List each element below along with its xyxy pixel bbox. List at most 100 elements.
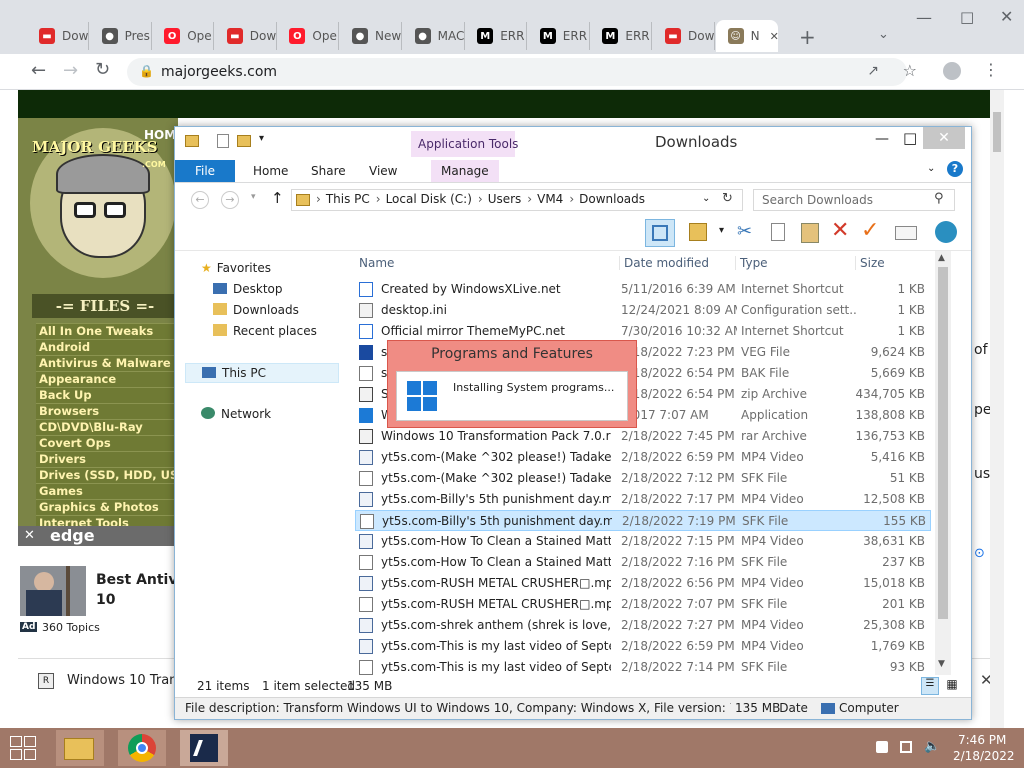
share-icon[interactable]: ↗ [867,63,879,79]
app-taskbar-icon[interactable] [180,730,228,766]
close-tab-icon[interactable]: ✕ [770,30,778,43]
maximize-button[interactable]: □ [960,10,974,25]
help-icon[interactable]: ? [947,161,963,177]
tab[interactable]: ● New [340,22,402,50]
chrome-taskbar-icon[interactable] [118,730,166,766]
copy-icon[interactable] [771,223,785,241]
scroll-up-icon[interactable]: ▲ [938,253,945,263]
back-arrow-icon[interactable]: ← [191,191,209,209]
file-row[interactable]: Created by WindowsXLive.net 5/11/2016 6:3… [355,279,931,300]
file-row[interactable]: yt5s.com-shrek anthem (shrek is love, sh… [355,615,931,636]
quick-access-dropdown-icon[interactable]: ▾ [259,133,264,144]
chevron-right-icon[interactable]: › [376,192,381,206]
action-center-icon[interactable] [876,741,888,753]
nav-desktop[interactable]: Desktop [213,280,283,298]
properties-bar-icon[interactable] [895,226,917,240]
file-row[interactable]: Official mirror ThemeMyPC.net 7/30/2016 1… [355,321,931,342]
file-row[interactable]: yt5s.com-This is my last video of Septem… [355,636,931,657]
list-scrollbar[interactable]: ▲ ▼ [935,251,951,675]
tab-share[interactable]: Share [301,160,356,182]
category-link[interactable]: Antivirus & Malware [36,355,178,371]
nav-downloads[interactable]: Downloads [213,301,299,319]
category-link[interactable]: Back Up [36,387,178,403]
tab[interactable]: O Ope [277,22,340,50]
breadcrumb-item[interactable]: VM4 [537,192,563,206]
recent-dropdown-icon[interactable]: ▾ [251,192,256,202]
explorer-close[interactable]: ✕ [923,127,965,149]
new-folder-icon[interactable] [237,135,251,147]
close-shelf-icon[interactable]: ✕ [980,671,990,689]
checkbox-icon[interactable] [689,223,707,241]
chevron-right-icon[interactable]: › [478,192,483,206]
new-tab-button[interactable]: + [799,27,816,47]
col-date[interactable]: Date modified [619,256,709,270]
tab[interactable]: ▬ Dow [27,22,89,50]
tab-file[interactable]: File [175,160,235,182]
nav-favorites[interactable]: ★ Favorites [201,259,271,277]
file-row[interactable]: yt5s.com-Billy's 5th punishment day.mp..… [355,510,931,531]
tab[interactable]: ▬ Dow [653,22,715,50]
col-type[interactable]: Type [735,256,768,270]
tab[interactable]: ▬ Dow [215,22,277,50]
category-link[interactable]: Drivers [36,451,178,467]
close-ad-icon[interactable]: ✕ [24,528,35,543]
breadcrumb-item[interactable]: Local Disk (C:) [386,192,472,206]
back-icon[interactable]: ← [31,62,46,80]
explorer-maximize[interactable]: □ [903,129,917,147]
scroll-down-icon[interactable]: ▼ [938,659,945,669]
file-explorer-taskbar-icon[interactable] [56,730,104,766]
tab-home[interactable]: Home [243,160,298,182]
up-arrow-icon[interactable]: ↑ [271,189,284,207]
bookmark-star-icon[interactable]: ☆ [903,61,917,80]
refresh-icon[interactable]: ↻ [722,191,733,206]
download-item-label[interactable]: Windows 10 Transf [67,673,189,688]
col-size[interactable]: Size [855,256,885,270]
menu-icon[interactable]: ⋮ [983,62,999,78]
home-link[interactable]: HOM [144,128,176,142]
globe-icon[interactable] [935,221,957,243]
clock-date[interactable]: 2/18/2022 [953,749,1015,763]
file-row[interactable]: yt5s.com-RUSH METAL CRUSHER□.mp4.... 2/18… [355,594,931,615]
file-row[interactable]: yt5s.com-Billy's 5th punishment day.mp4 2… [355,489,931,510]
tab[interactable]: M ERR [465,22,528,50]
tab-search-icon[interactable]: ⌄ [878,28,889,41]
paste-icon[interactable] [801,223,819,243]
chevron-right-icon[interactable]: › [569,192,574,206]
col-name[interactable]: Name [359,256,394,270]
forward-arrow-icon[interactable]: → [221,191,239,209]
category-link[interactable]: Android [36,339,178,355]
tab[interactable]: M ERR [590,22,653,50]
file-row[interactable]: yt5s.com-How To Clean a Stained Mattre..… [355,531,931,552]
scroll-thumb[interactable] [938,267,948,619]
category-link[interactable]: Browsers [36,403,178,419]
breadcrumb[interactable]: › This PC › Local Disk (C:) › Users › VM4 › Downl… [291,189,743,211]
ribbon-expand-icon[interactable]: ⌄ [927,163,935,174]
volume-icon[interactable]: 🔈 [924,739,940,754]
file-row[interactable]: yt5s.com-This is my last video of Septem… [355,657,931,675]
chevron-right-icon[interactable]: › [316,192,321,206]
details-view-icon[interactable]: ☰ [921,677,939,695]
breadcrumb-item[interactable]: This PC [326,192,370,206]
category-link[interactable]: CD\DVD\Blu-Ray [36,419,178,435]
tab[interactable]: ● MAC [403,22,465,50]
reload-icon[interactable]: ↻ [95,61,110,79]
preview-pane-icon[interactable] [645,219,675,247]
delete-icon[interactable]: ✕ [831,218,849,243]
breadcrumb-item[interactable]: Users [488,192,522,206]
category-link[interactable]: Drives (SSD, HDD, USB) [36,467,178,483]
nav-thispc[interactable]: This PC [185,363,339,383]
file-row[interactable]: Windows 10 Transformation Pack 7.0.rar 2/… [355,426,931,447]
file-row[interactable]: yt5s.com-(Make ^302 please!) Tadake So..… [355,447,931,468]
clock-time[interactable]: 7:46 PM [958,733,1006,747]
properties-icon[interactable] [217,134,229,148]
nav-recent[interactable]: Recent places [213,322,317,340]
category-link[interactable]: All In One Tweaks [36,323,178,339]
file-row[interactable]: yt5s.com-RUSH METAL CRUSHER□.mp4 2/18/202… [355,573,931,594]
cut-icon[interactable]: ✂ [737,221,752,242]
view-dropdown-icon[interactable]: ▾ [719,225,724,236]
page-scrollbar[interactable] [990,90,1004,728]
nav-network[interactable]: Network [201,405,271,423]
tab[interactable]: M ERR [528,22,590,50]
file-row[interactable]: desktop.ini 12/24/2021 8:09 AM Configurati… [355,300,931,321]
profile-avatar-icon[interactable] [943,62,961,80]
